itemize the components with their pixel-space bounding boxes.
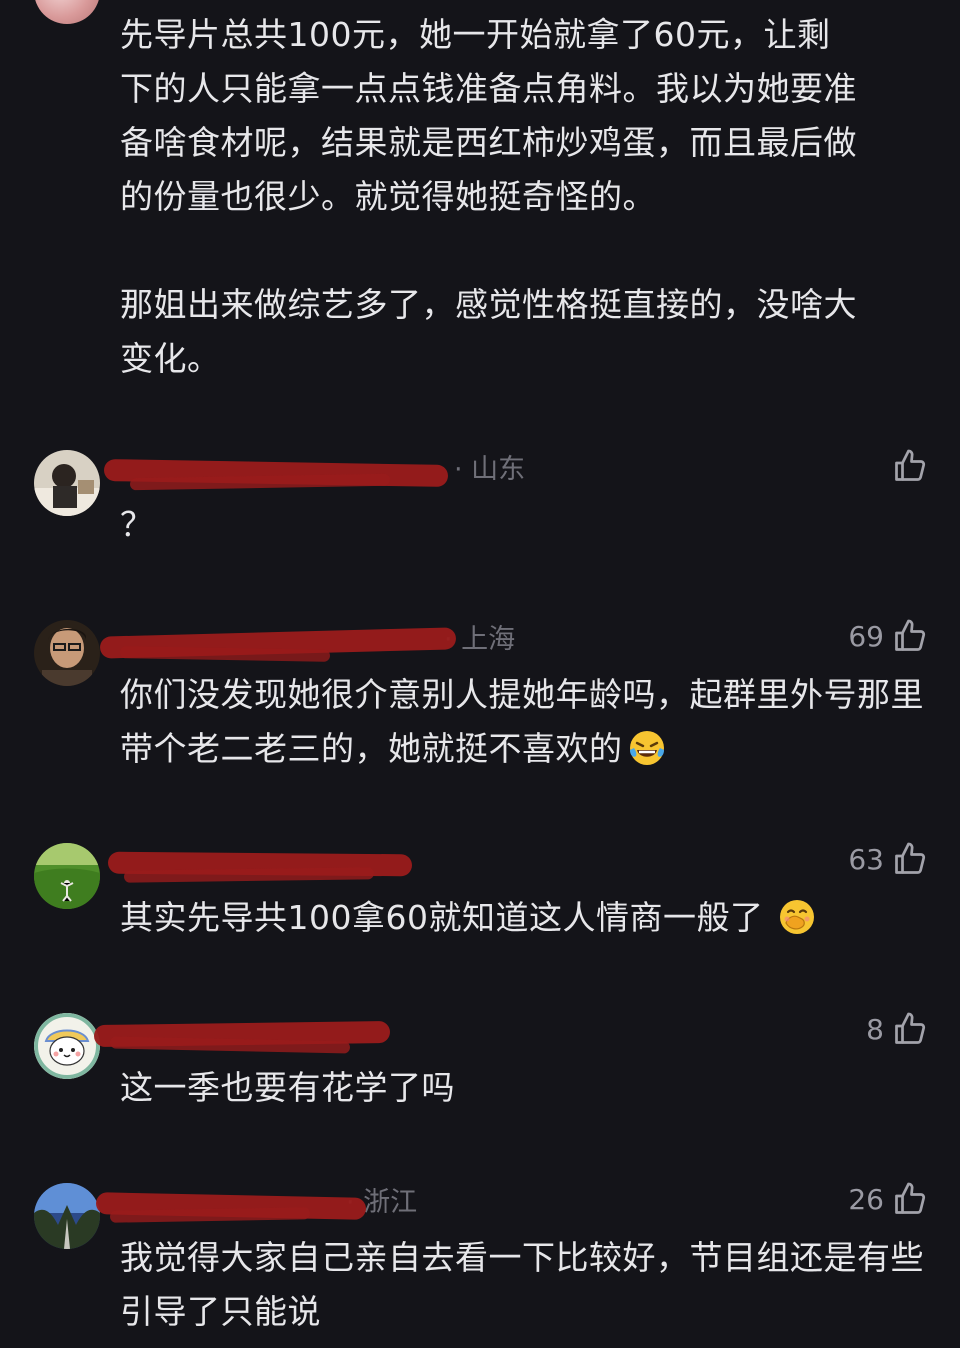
thumbs-up-icon xyxy=(895,449,926,481)
like-button[interactable]: 63 xyxy=(848,841,928,877)
avatar[interactable] xyxy=(34,1013,100,1079)
thumbs-up-icon xyxy=(895,842,926,874)
avatar[interactable] xyxy=(34,843,100,909)
comment-text: 先导片总共100元，她一开始就拿了60元，让剩 下的人只能拿一点点钱准备点角料。… xyxy=(120,15,857,378)
comment-text: ？ xyxy=(120,505,154,544)
comment-text: 其实先导共100拿60就知道这人情商一般了 xyxy=(120,891,930,945)
avatar[interactable] xyxy=(34,1183,100,1249)
like-button[interactable] xyxy=(884,448,928,484)
like-count: 8 xyxy=(866,1012,884,1046)
like-button[interactable]: 8 xyxy=(866,1011,928,1047)
comment-text: 你们没发现她很介意别人提她年龄吗，起群里外号那里带个老二老三的，她就挺不喜欢的 xyxy=(120,675,924,768)
thumbs-up-icon xyxy=(895,1012,926,1044)
avatar[interactable] xyxy=(34,620,100,686)
redaction-mark xyxy=(119,646,331,662)
avatar[interactable] xyxy=(34,450,100,516)
avatar[interactable] xyxy=(34,0,100,24)
thumbs-up-icon xyxy=(895,1182,926,1214)
like-count: 63 xyxy=(848,842,884,876)
comment-text: 这一季也要有花学了吗 xyxy=(120,1068,455,1107)
comment-text: 我觉得大家自己亲自去看一下比较好，节目组还是有些引导了只能说 xyxy=(120,1238,924,1331)
laughing-tears-emoji-icon xyxy=(629,731,664,765)
like-button[interactable]: 26 xyxy=(848,1181,928,1217)
like-button[interactable]: 69 xyxy=(848,618,928,654)
like-count: 69 xyxy=(848,619,884,653)
hand-over-mouth-emoji-icon xyxy=(780,900,815,934)
thumbs-up-icon xyxy=(895,619,926,651)
redaction-mark xyxy=(123,867,375,883)
like-count: 26 xyxy=(848,1182,884,1216)
